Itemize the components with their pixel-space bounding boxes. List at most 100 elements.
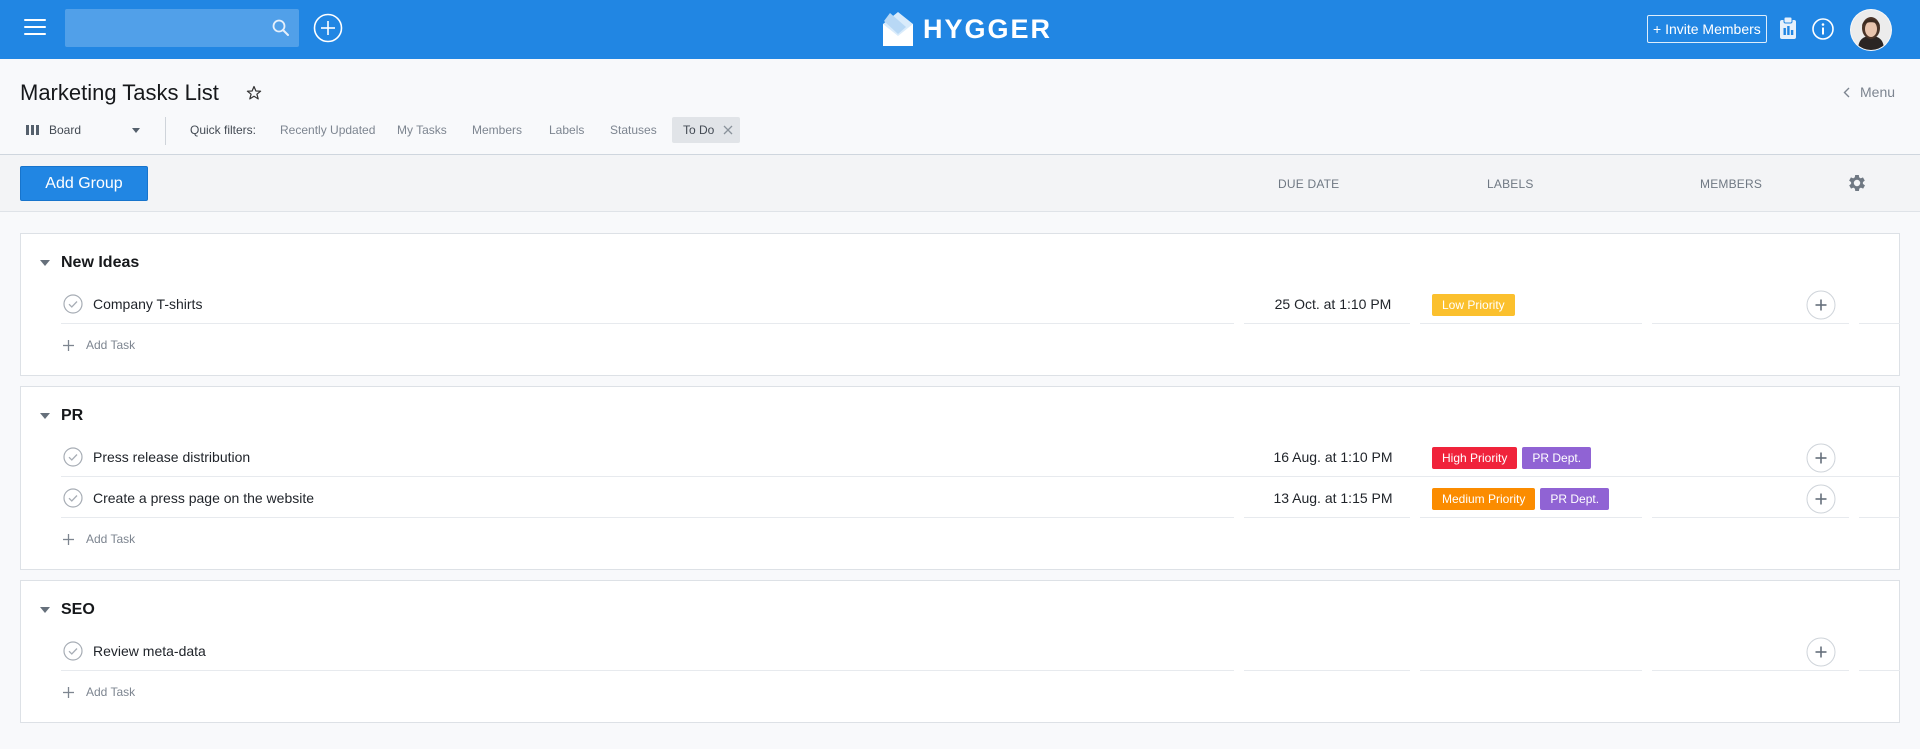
row-divider bbox=[1420, 323, 1642, 324]
clipboard-icon[interactable] bbox=[1777, 16, 1799, 40]
avatar-image bbox=[1851, 10, 1891, 50]
add-member-icon[interactable] bbox=[1806, 443, 1836, 473]
search-input[interactable] bbox=[65, 9, 275, 47]
task-due-date[interactable]: 16 Aug. at 1:10 PM bbox=[1269, 449, 1397, 465]
active-filter-label: To Do bbox=[683, 123, 715, 137]
collapse-caret-icon[interactable] bbox=[40, 607, 50, 613]
task-labels: High Priority PR Dept. bbox=[1432, 447, 1592, 469]
column-header-labels[interactable]: LABELS bbox=[1487, 177, 1534, 191]
chevron-left-icon bbox=[1843, 87, 1850, 97]
menu-label: Menu bbox=[1860, 84, 1896, 100]
group-title: New Ideas bbox=[61, 254, 140, 271]
row-divider bbox=[1244, 323, 1410, 324]
filter-statuses[interactable]: Statuses bbox=[610, 123, 657, 137]
label-pr-dept[interactable]: PR Dept. bbox=[1540, 488, 1610, 510]
divider bbox=[165, 117, 166, 145]
filter-my-tasks[interactable]: My Tasks bbox=[397, 123, 447, 137]
search-box bbox=[65, 9, 299, 47]
label-pr-dept[interactable]: PR Dept. bbox=[1522, 447, 1592, 469]
row-divider bbox=[1859, 517, 1900, 518]
row-divider bbox=[61, 323, 1234, 324]
board-view-icon bbox=[26, 125, 39, 135]
task-row[interactable]: Create a press page on the website 13 Au… bbox=[61, 478, 1900, 518]
menu-toggle[interactable]: Menu bbox=[1843, 84, 1895, 100]
quick-filters-label: Quick filters: bbox=[190, 123, 257, 137]
filter-members[interactable]: Members bbox=[472, 123, 522, 137]
task-labels: Medium Priority PR Dept. bbox=[1432, 488, 1610, 510]
check-circle-icon[interactable] bbox=[63, 447, 83, 467]
group-title: PR bbox=[61, 407, 84, 424]
label-low-priority[interactable]: Low Priority bbox=[1432, 294, 1515, 316]
column-header-due-date[interactable]: DUE DATE bbox=[1278, 177, 1339, 191]
hamburger-menu-icon[interactable] bbox=[24, 19, 46, 35]
search-icon[interactable] bbox=[271, 18, 291, 38]
task-labels: Low Priority bbox=[1432, 294, 1515, 316]
task-name[interactable]: Company T-shirts bbox=[93, 296, 202, 312]
task-row[interactable]: Press release distribution 16 Aug. at 1:… bbox=[61, 437, 1900, 477]
group-title: SEO bbox=[61, 601, 95, 618]
logo-text: HYGGER bbox=[923, 13, 1053, 44]
label-high-priority[interactable]: High Priority bbox=[1432, 447, 1518, 469]
page-title: Marketing Tasks List bbox=[20, 80, 219, 105]
column-header-members[interactable]: MEMBERS bbox=[1700, 177, 1762, 191]
task-name[interactable]: Press release distribution bbox=[93, 449, 250, 465]
favorite-star-icon[interactable] bbox=[246, 85, 262, 101]
user-avatar[interactable] bbox=[1850, 9, 1892, 51]
filter-recently-updated[interactable]: Recently Updated bbox=[280, 123, 375, 137]
plus-icon bbox=[63, 339, 74, 351]
row-divider bbox=[61, 476, 1900, 477]
view-selector[interactable]: Board bbox=[26, 121, 140, 139]
add-member-icon[interactable] bbox=[1806, 637, 1836, 667]
row-divider bbox=[1859, 323, 1900, 324]
filter-labels[interactable]: Labels bbox=[549, 123, 584, 137]
active-filter-chip[interactable]: To Do bbox=[672, 117, 740, 143]
add-task-label: Add Task bbox=[86, 532, 136, 546]
close-icon[interactable] bbox=[723, 125, 733, 135]
task-group: New Ideas Company T-shirts 25 Oct. at 1:… bbox=[20, 233, 1900, 376]
collapse-caret-icon[interactable] bbox=[40, 260, 50, 266]
add-task-link[interactable]: Add Task bbox=[63, 336, 135, 354]
row-divider bbox=[1859, 670, 1900, 671]
add-task-label: Add Task bbox=[86, 685, 136, 699]
invite-members-button[interactable]: + Invite Members bbox=[1647, 15, 1767, 43]
check-circle-icon[interactable] bbox=[63, 294, 83, 314]
hygger-logo-icon bbox=[883, 12, 913, 46]
row-divider bbox=[61, 670, 1234, 671]
task-due-date[interactable]: 13 Aug. at 1:15 PM bbox=[1269, 490, 1397, 506]
info-icon[interactable] bbox=[1811, 17, 1835, 41]
add-task-label: Add Task bbox=[86, 338, 136, 352]
add-task-link[interactable]: Add Task bbox=[63, 530, 135, 548]
plus-icon bbox=[63, 686, 74, 698]
plus-icon bbox=[63, 533, 74, 545]
hygger-logo[interactable]: HYGGER bbox=[881, 10, 1052, 48]
task-name[interactable]: Review meta-data bbox=[93, 643, 206, 659]
task-due-date[interactable]: 25 Oct. at 1:10 PM bbox=[1269, 296, 1397, 312]
add-task-link[interactable]: Add Task bbox=[63, 683, 135, 701]
task-name[interactable]: Create a press page on the website bbox=[93, 490, 314, 506]
row-divider bbox=[61, 517, 1234, 518]
add-member-icon[interactable] bbox=[1806, 484, 1836, 514]
row-divider bbox=[1652, 517, 1849, 518]
label-medium-priority[interactable]: Medium Priority bbox=[1432, 488, 1536, 510]
row-divider bbox=[1420, 517, 1642, 518]
chevron-down-icon bbox=[132, 127, 140, 133]
check-circle-icon[interactable] bbox=[63, 641, 83, 661]
add-member-icon[interactable] bbox=[1806, 290, 1836, 320]
gear-icon[interactable] bbox=[1846, 172, 1868, 194]
check-circle-icon[interactable] bbox=[63, 488, 83, 508]
top-bar: HYGGER + Invite Members bbox=[0, 0, 1920, 59]
add-circle-icon[interactable] bbox=[313, 13, 343, 43]
view-label: Board bbox=[49, 123, 82, 137]
task-group: SEO Review meta-data Add Task bbox=[20, 580, 1900, 723]
row-divider bbox=[1420, 670, 1642, 671]
collapse-caret-icon[interactable] bbox=[40, 413, 50, 419]
task-row[interactable]: Company T-shirts 25 Oct. at 1:10 PM Low … bbox=[61, 284, 1900, 324]
add-group-button[interactable]: Add Group bbox=[20, 166, 148, 201]
row-divider bbox=[1652, 323, 1849, 324]
row-divider bbox=[1244, 517, 1410, 518]
task-row[interactable]: Review meta-data bbox=[61, 631, 1900, 671]
row-divider bbox=[1244, 670, 1410, 671]
list-toolbar: Add Group DUE DATE LABELS MEMBERS bbox=[0, 155, 1920, 212]
row-divider bbox=[1652, 670, 1849, 671]
task-group: PR Press release distribution 16 Aug. at… bbox=[20, 386, 1900, 570]
